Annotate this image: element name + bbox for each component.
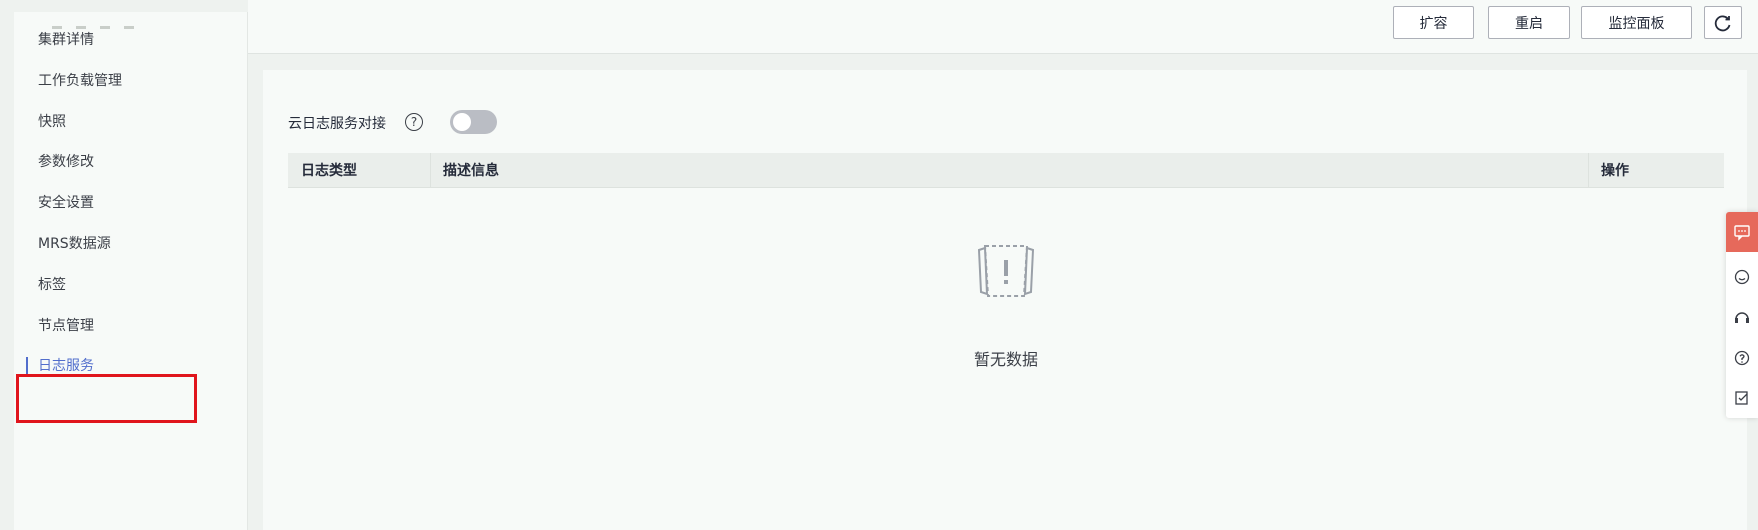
sidebar-item-cluster-details[interactable]: 集群详情 [14,19,247,59]
support-icon [1735,312,1749,323]
refresh-button[interactable] [1704,6,1742,39]
help-icon [1734,350,1750,366]
toggle-knob [453,113,471,131]
sidebar-item-snapshot[interactable]: 快照 [14,101,247,141]
log-service-panel: 云日志服务对接 ? 日志类型 描述信息 操作 暂无数据 [263,70,1747,530]
sidebar-item-label: 日志服务 [38,358,94,374]
help-center-button[interactable] [1726,338,1758,378]
feedback-button[interactable] [1726,257,1758,297]
monitor-panel-button[interactable]: 监控面板 [1581,6,1692,39]
restart-button[interactable]: 重启 [1488,6,1570,39]
sidebar-item-workload-management[interactable]: 工作负载管理 [14,60,247,100]
column-header-description: 描述信息 [443,163,499,179]
empty-state-text: 暂无数据 [973,350,1038,369]
column-header-operation: 操作 [1601,163,1629,179]
expand-button[interactable]: 扩容 [1393,6,1474,39]
sidebar-item-node-management[interactable]: 节点管理 [14,305,247,345]
survey-icon [1735,391,1748,405]
sidebar-nav: 集群详情 工作负载管理 快照 参数修改 安全设置 MRS数据源 标签 节点管理 … [14,12,248,530]
refresh-icon [1714,15,1731,31]
column-divider [1588,153,1589,187]
top-toolbar: 扩容 重启 监控面板 [248,0,1758,54]
cloud-log-service-label: 云日志服务对接 [288,116,386,132]
left-strip [0,0,14,530]
table-header: 日志类型 描述信息 操作 [288,153,1724,188]
sidebar-item-security[interactable]: 安全设置 [14,182,247,222]
sidebar-item-mrs-datasource[interactable]: MRS数据源 [14,223,247,263]
feedback-icon [1734,269,1750,285]
annotation-highlight-box [16,374,197,423]
chat-icon [1734,225,1750,241]
sidebar-item-tags[interactable]: 标签 [14,264,247,304]
sidebar-item-parameters[interactable]: 参数修改 [14,141,247,181]
chat-button[interactable] [1726,212,1758,252]
column-header-log-type: 日志类型 [301,163,357,179]
survey-button[interactable] [1726,378,1758,418]
column-divider [430,153,431,187]
empty-data-icon [977,245,1035,297]
support-button[interactable] [1726,298,1758,338]
help-icon[interactable]: ? [405,113,423,131]
cloud-log-toggle[interactable] [450,110,497,134]
floating-tools [1726,212,1758,418]
